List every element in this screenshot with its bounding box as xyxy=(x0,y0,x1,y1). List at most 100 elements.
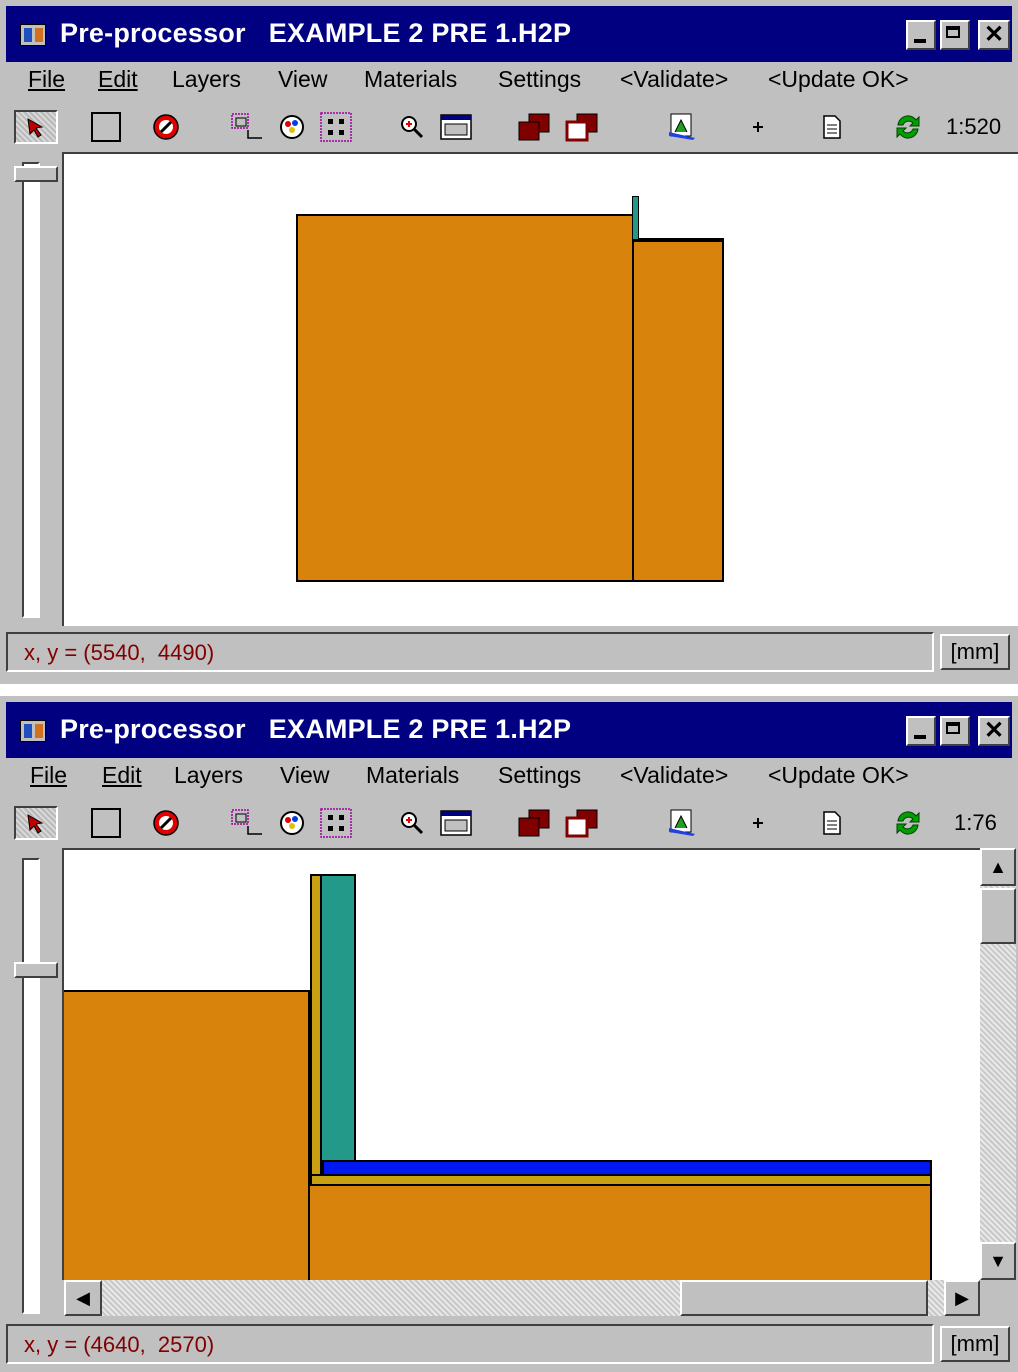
refresh-button[interactable] xyxy=(888,110,928,144)
menu-view[interactable]: View xyxy=(278,66,327,93)
minimize-button[interactable] xyxy=(906,20,936,50)
export-button[interactable] xyxy=(662,806,702,840)
snap-grid-icon xyxy=(231,113,262,139)
scroll-down-button[interactable]: ▼ xyxy=(980,1242,1016,1280)
scroll-left-button[interactable]: ◀ xyxy=(64,1280,102,1316)
zoom-slider[interactable] xyxy=(14,162,58,618)
menu-bar: File Edit Layers View Materials Settings… xyxy=(6,758,1012,798)
app-icon[interactable] xyxy=(20,24,46,46)
title-bar[interactable]: Pre-processor EXAMPLE 2 PRE 1.H2P ✕ xyxy=(6,6,1012,62)
add-point-button[interactable] xyxy=(738,110,778,144)
window-title: Pre-processor EXAMPLE 2 PRE 1.H2P xyxy=(60,714,572,744)
menu-settings[interactable]: Settings xyxy=(498,66,581,93)
zoom-slider-thumb[interactable] xyxy=(14,166,58,182)
blue-membrane-layer[interactable] xyxy=(322,1160,932,1176)
drawing-canvas[interactable] xyxy=(62,152,1018,626)
refresh-icon xyxy=(896,115,920,139)
toolbar: 1:76 xyxy=(6,802,1012,844)
menu-layers[interactable]: Layers xyxy=(174,762,243,789)
status-bar: x, y = (4640, 2570) [mm] xyxy=(6,1324,1012,1370)
palette-icon xyxy=(280,115,304,139)
orange-block-left[interactable] xyxy=(296,214,634,582)
menu-edit[interactable]: Edit xyxy=(102,762,142,789)
cursor-coordinates: x, y = (4640, 2570) xyxy=(6,1324,934,1364)
close-button[interactable]: ✕ xyxy=(978,716,1010,746)
zoom-slider-track[interactable] xyxy=(22,858,40,1314)
snap-grid-icon xyxy=(231,809,262,835)
units-button[interactable]: [mm] xyxy=(940,634,1010,670)
send-to-back-button[interactable] xyxy=(562,110,602,144)
rectangle-tool-button[interactable] xyxy=(86,806,126,840)
maximize-button[interactable] xyxy=(940,716,970,746)
report-button[interactable] xyxy=(812,806,852,840)
app-icon[interactable] xyxy=(20,720,46,742)
zoom-in-button[interactable] xyxy=(392,806,432,840)
delete-tool-button[interactable] xyxy=(146,110,186,144)
refresh-icon xyxy=(896,811,920,835)
snap-grid-button[interactable] xyxy=(228,806,268,840)
menu-materials[interactable]: Materials xyxy=(366,762,459,789)
export-icon xyxy=(669,809,695,836)
preprocessor-window-2: Pre-processor EXAMPLE 2 PRE 1.H2P ✕ File… xyxy=(0,696,1018,1372)
orange-block-left[interactable] xyxy=(64,990,310,1282)
close-button[interactable]: ✕ xyxy=(978,20,1010,50)
menu-file[interactable]: File xyxy=(28,66,65,93)
menu-settings[interactable]: Settings xyxy=(498,762,581,789)
orange-block-right[interactable] xyxy=(632,238,724,582)
minimize-button[interactable] xyxy=(906,716,936,746)
zoom-slider-thumb[interactable] xyxy=(14,962,58,978)
delete-tool-button[interactable] xyxy=(146,806,186,840)
close-icon: ✕ xyxy=(983,21,1005,48)
vertical-scroll-thumb[interactable] xyxy=(980,888,1016,944)
add-point-button[interactable] xyxy=(738,806,778,840)
points-button[interactable] xyxy=(316,110,356,144)
rectangle-tool-button[interactable] xyxy=(86,110,126,144)
points-button[interactable] xyxy=(316,806,356,840)
scroll-up-button[interactable]: ▲ xyxy=(980,848,1016,886)
menu-update-ok[interactable]: <Update OK> xyxy=(768,762,909,789)
menu-layers[interactable]: Layers xyxy=(172,66,241,93)
menu-update-ok[interactable]: <Update OK> xyxy=(768,66,909,93)
materials-palette-button[interactable] xyxy=(272,110,312,144)
units-button[interactable]: [mm] xyxy=(940,1326,1010,1362)
menu-validate[interactable]: <Validate> xyxy=(620,66,728,93)
export-button[interactable] xyxy=(662,110,702,144)
horizontal-scroll-thumb[interactable] xyxy=(680,1280,928,1316)
materials-palette-button[interactable] xyxy=(272,806,312,840)
export-icon xyxy=(669,113,695,140)
zoom-slider[interactable] xyxy=(14,858,58,1314)
teal-wall[interactable] xyxy=(320,874,356,1162)
bring-to-front-button[interactable] xyxy=(514,110,554,144)
select-tool-button[interactable] xyxy=(14,806,58,840)
menu-edit[interactable]: Edit xyxy=(98,66,138,93)
arrow-down-icon: ▼ xyxy=(989,1250,1007,1271)
arrow-up-icon: ▲ xyxy=(989,856,1007,877)
snap-grid-button[interactable] xyxy=(228,110,268,144)
zoom-slider-track[interactable] xyxy=(22,162,40,618)
zoom-window-button[interactable] xyxy=(436,110,476,144)
teal-wall[interactable] xyxy=(632,196,639,240)
title-bar[interactable]: Pre-processor EXAMPLE 2 PRE 1.H2P ✕ xyxy=(6,702,1012,758)
menu-materials[interactable]: Materials xyxy=(364,66,457,93)
document-icon xyxy=(823,115,841,139)
no-entry-icon xyxy=(153,114,179,140)
bring-front-icon xyxy=(518,113,550,141)
scroll-right-button[interactable]: ▶ xyxy=(944,1280,980,1316)
menu-validate[interactable]: <Validate> xyxy=(620,762,728,789)
report-button[interactable] xyxy=(812,110,852,144)
refresh-button[interactable] xyxy=(888,806,928,840)
zoom-in-button[interactable] xyxy=(392,110,432,144)
drawing-canvas[interactable] xyxy=(62,848,980,1282)
menu-file[interactable]: File xyxy=(30,762,67,789)
zoom-window-button[interactable] xyxy=(436,806,476,840)
select-tool-button[interactable] xyxy=(14,110,58,144)
orange-block-right[interactable] xyxy=(308,1184,932,1282)
preprocessor-window-1: Pre-processor EXAMPLE 2 PRE 1.H2P ✕ File… xyxy=(0,0,1018,684)
send-to-back-button[interactable] xyxy=(562,806,602,840)
bring-to-front-button[interactable] xyxy=(514,806,554,840)
menu-view[interactable]: View xyxy=(280,762,329,789)
maximize-button[interactable] xyxy=(940,20,970,50)
cursor-coordinates: x, y = (5540, 4490) xyxy=(6,632,934,672)
plus-icon xyxy=(753,818,763,828)
no-entry-icon xyxy=(153,810,179,836)
